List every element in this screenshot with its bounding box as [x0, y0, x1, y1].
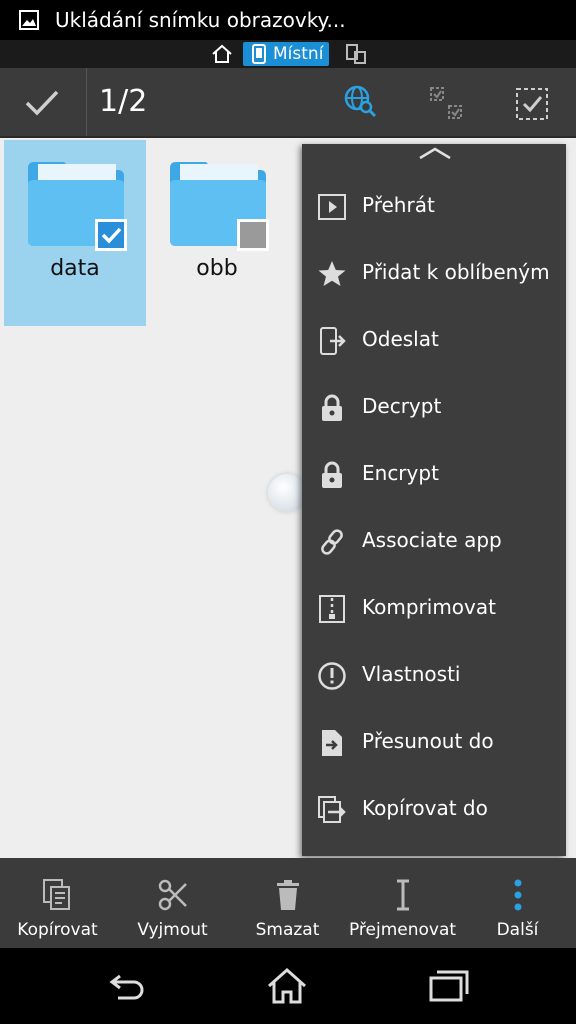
menu-item-encrypt[interactable]: Encrypt	[302, 445, 566, 505]
status-bar: Ukládání snímku obrazovky...	[0, 0, 576, 40]
star-icon	[318, 261, 346, 286]
location-bar: Místní	[0, 40, 576, 68]
info-icon	[318, 662, 346, 690]
play-icon	[318, 194, 346, 220]
link-icon	[321, 529, 343, 555]
location-local-label: Místní	[273, 44, 324, 64]
home-icon[interactable]	[210, 43, 234, 65]
scroll-knob[interactable]	[268, 474, 306, 512]
location-local-tab[interactable]: Místní	[243, 42, 330, 66]
select-partial-icon[interactable]	[429, 86, 463, 120]
selection-count: 1/2	[99, 84, 148, 119]
cut-button[interactable]: Vyjmout	[115, 858, 230, 948]
menu-item-copy-to[interactable]: Kopírovat do	[302, 780, 566, 840]
folder-checkbox-checked[interactable]	[94, 218, 128, 252]
menu-item-compress[interactable]: Komprimovat	[302, 579, 566, 639]
image-icon	[19, 10, 39, 30]
navigation-bar	[0, 948, 576, 1024]
delete-button[interactable]: Smazat	[230, 858, 345, 948]
bottom-toolbar: Kopírovat Vyjmout Smazat Přejmenovat Dal…	[0, 858, 576, 948]
menu-item-play[interactable]: Přehrát	[302, 177, 566, 237]
web-search-icon[interactable]	[343, 84, 377, 118]
done-check-icon[interactable]	[22, 84, 62, 120]
menu-item-properties[interactable]: Vlastnosti	[302, 646, 566, 706]
folder-name: obb	[196, 256, 238, 281]
more-options-menu: Přehrát Přidat k oblíbeným Odeslat Decry…	[302, 144, 566, 856]
back-icon[interactable]	[106, 966, 148, 1006]
folder-checkbox-unchecked[interactable]	[236, 218, 270, 252]
menu-item-favorite[interactable]: Přidat k oblíbeným	[302, 244, 566, 304]
menu-item-send[interactable]: Odeslat	[302, 311, 566, 371]
menu-item-associate-app[interactable]: Associate app	[302, 512, 566, 572]
unlock-icon	[322, 394, 342, 421]
chevron-up-icon[interactable]	[418, 146, 452, 160]
send-icon	[320, 327, 346, 355]
folder-name: data	[50, 256, 100, 281]
cut-icon	[158, 879, 187, 911]
notification-text: Ukládání snímku obrazovky...	[55, 8, 346, 32]
lock-icon	[322, 461, 342, 488]
recent-apps-icon[interactable]	[428, 966, 470, 1006]
menu-item-move-to[interactable]: Přesunout do	[302, 713, 566, 773]
more-button[interactable]: Další	[460, 858, 575, 948]
more-icon	[514, 879, 522, 911]
device-icon[interactable]	[345, 43, 367, 65]
folder-item-obb[interactable]: obb	[146, 140, 288, 326]
rename-button[interactable]: Přejmenovat	[345, 858, 460, 948]
select-all-icon[interactable]	[514, 86, 550, 122]
copy-button[interactable]: Kopírovat	[0, 858, 115, 948]
rename-icon	[397, 879, 409, 911]
phone-icon	[252, 44, 266, 64]
move-icon	[322, 730, 342, 756]
folder-item-data[interactable]: data	[4, 140, 146, 326]
delete-icon	[277, 880, 299, 910]
home-nav-icon[interactable]	[266, 966, 308, 1006]
copy-to-icon	[318, 796, 346, 823]
zip-icon	[319, 595, 345, 623]
menu-item-decrypt[interactable]: Decrypt	[302, 378, 566, 438]
action-bar-divider	[86, 68, 87, 136]
copy-icon	[43, 879, 70, 910]
action-bar: 1/2	[0, 68, 576, 138]
